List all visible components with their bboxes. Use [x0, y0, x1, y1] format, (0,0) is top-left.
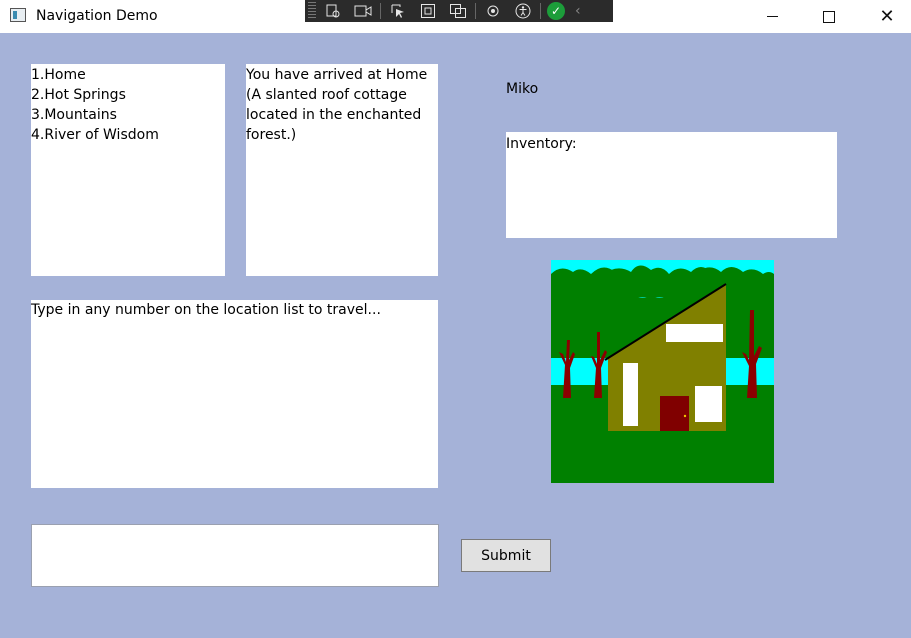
- submit-button[interactable]: Submit: [461, 539, 551, 572]
- maximize-button[interactable]: [806, 0, 852, 33]
- debug-toolbar: ✓ ‹: [305, 0, 613, 22]
- minimize-button[interactable]: [749, 0, 795, 33]
- toolbar-separator: [380, 3, 381, 19]
- close-icon: ✕: [879, 5, 895, 27]
- record-icon[interactable]: [350, 1, 376, 21]
- location-description: You have arrived at Home (A slanted roof…: [246, 64, 438, 276]
- window-title: Navigation Demo: [36, 8, 158, 24]
- maximize-icon: [823, 10, 835, 23]
- layout-icon[interactable]: [445, 1, 471, 21]
- select-element-icon[interactable]: [320, 1, 346, 21]
- toolbar-grip[interactable]: [308, 2, 316, 20]
- message-log: Type in any number on the location list …: [31, 300, 438, 488]
- status-check-icon[interactable]: ✓: [547, 2, 565, 20]
- collapse-chevron-icon[interactable]: ‹: [575, 3, 581, 19]
- location-image: [551, 260, 774, 483]
- toolbar-separator: [540, 3, 541, 19]
- player-name: Miko: [506, 81, 539, 97]
- app-icon: [10, 8, 26, 22]
- command-input[interactable]: [31, 524, 439, 587]
- minimize-icon: [766, 16, 778, 17]
- inventory-box: Inventory:: [506, 132, 837, 238]
- pointer-icon[interactable]: [385, 1, 411, 21]
- close-button[interactable]: ✕: [864, 0, 910, 33]
- frame-icon[interactable]: [415, 1, 441, 21]
- accessibility-icon[interactable]: [510, 1, 536, 21]
- hot-reload-icon[interactable]: [480, 1, 506, 21]
- location-list: 1.Home 2.Hot Springs 3.Mountains 4.River…: [31, 64, 225, 276]
- toolbar-separator: [475, 3, 476, 19]
